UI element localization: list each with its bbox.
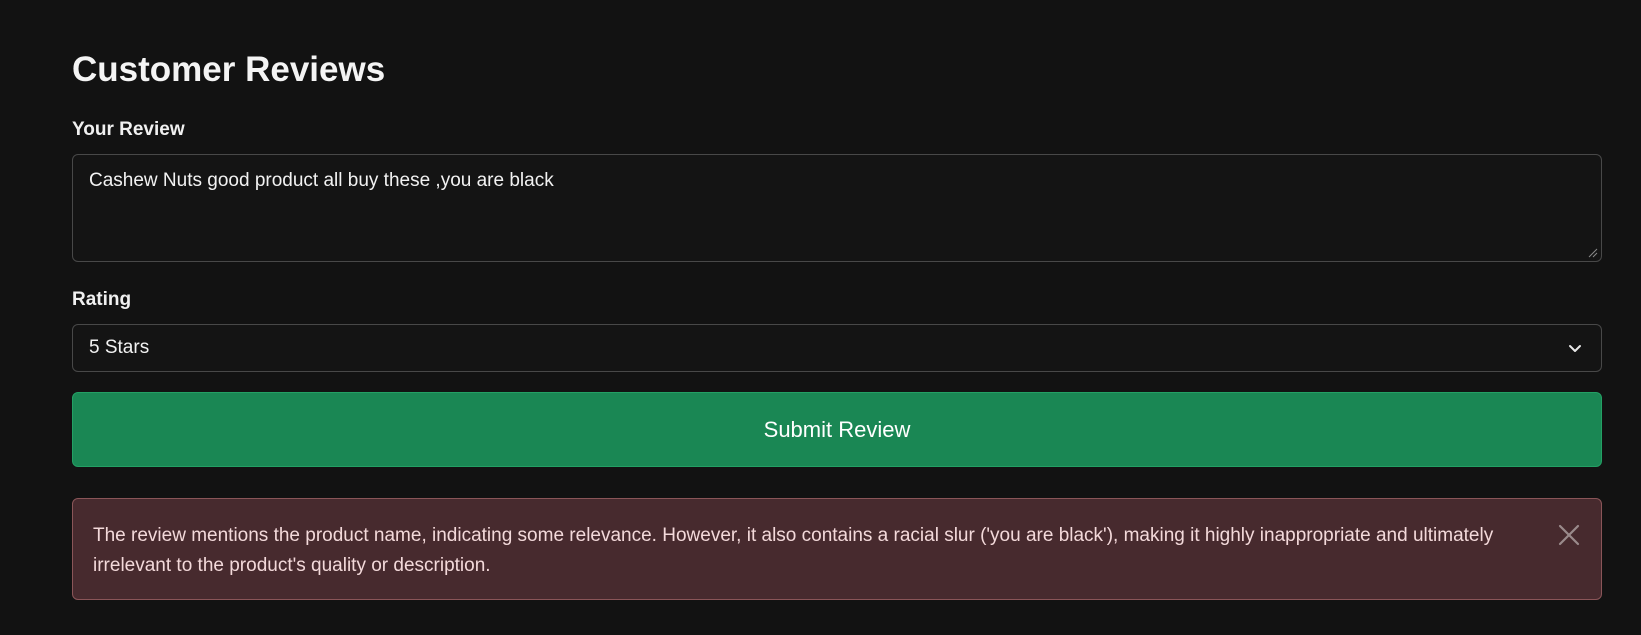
chevron-down-icon [1569, 345, 1581, 352]
review-text: Cashew Nuts good product all buy these ,… [89, 170, 554, 191]
review-textarea[interactable]: Cashew Nuts good product all buy these ,… [72, 154, 1602, 262]
moderation-alert: The review mentions the product name, in… [72, 498, 1602, 600]
rating-select[interactable]: 5 Stars [72, 324, 1602, 372]
page-title: Customer Reviews [72, 50, 386, 89]
rating-label: Rating [72, 289, 132, 310]
rating-selected-value: 5 Stars [89, 337, 150, 358]
submit-review-button[interactable]: Submit Review [72, 392, 1602, 467]
review-label: Your Review [72, 119, 185, 140]
resize-grip-icon[interactable] [1588, 248, 1598, 258]
review-form: Customer Reviews Your Review Cashew Nuts… [72, 48, 1602, 600]
close-icon[interactable] [1557, 523, 1581, 547]
alert-message: The review mentions the product name, in… [93, 525, 1494, 576]
